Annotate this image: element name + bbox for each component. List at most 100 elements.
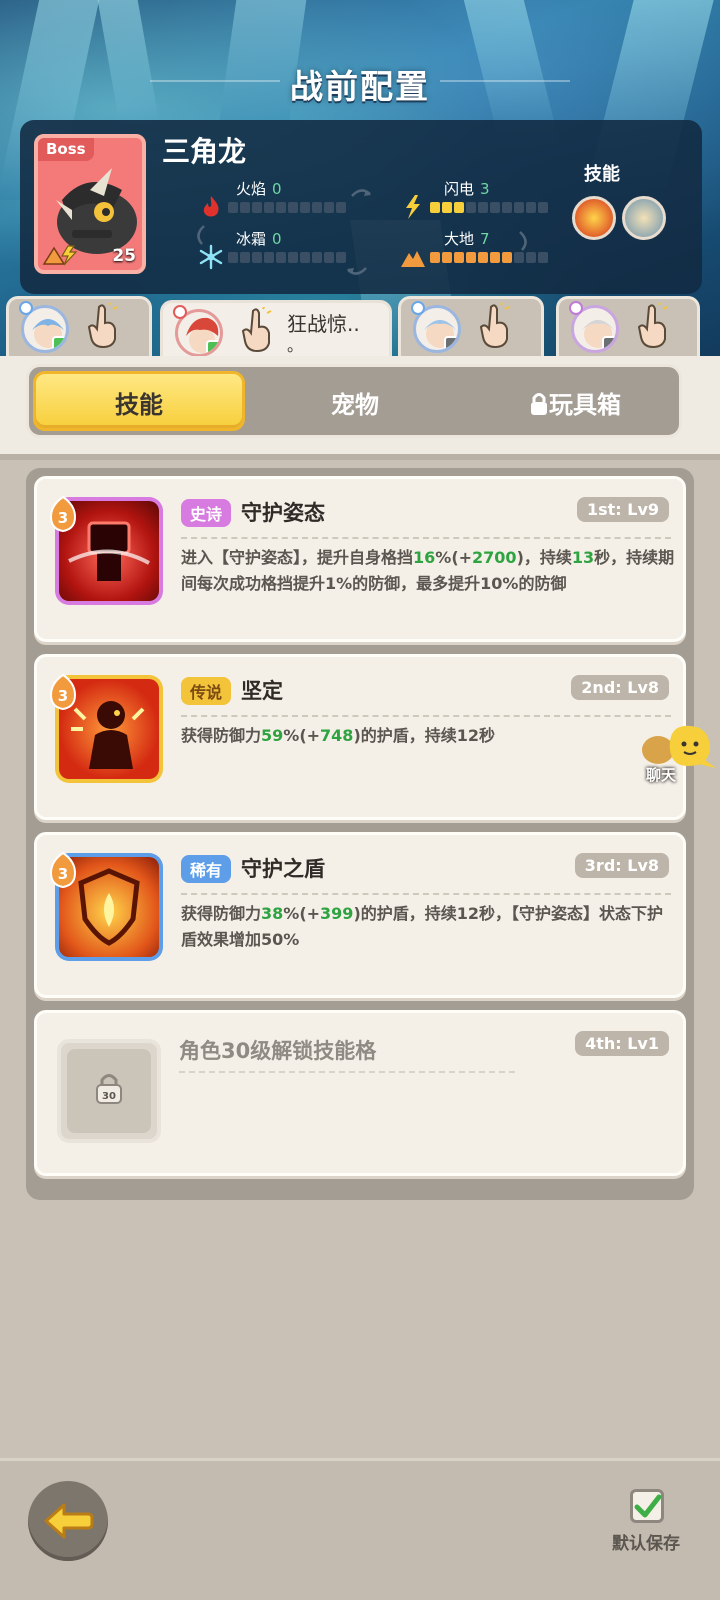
divider: [181, 715, 671, 717]
stat-bar-segment: [526, 252, 536, 263]
boss-portrait-card[interactable]: Boss 25: [34, 134, 146, 274]
chat-label: 聊天: [646, 766, 677, 784]
fire-skill-icon[interactable]: [572, 196, 616, 240]
stat-bar-segment: [228, 202, 238, 213]
stat-bar-segment: [454, 252, 464, 263]
stat-thunder: 闪电 3: [392, 178, 548, 219]
rarity-badge: 稀有: [181, 855, 232, 883]
stat-bar-segment: [264, 202, 274, 213]
stat-bar-segment: [442, 202, 452, 213]
stat-bar-segment: [276, 202, 286, 213]
stat-bar-segment: [300, 252, 310, 263]
stat-bar-segment: [442, 252, 452, 263]
stat-thunder-value: 3: [480, 180, 490, 198]
lightning-icon: [406, 195, 420, 219]
thunder-bar: [430, 202, 548, 213]
save-checkbox[interactable]: [630, 1489, 664, 1523]
stat-ice-label: 冰霜: [236, 230, 267, 248]
divider: [181, 537, 671, 539]
stat-earth-label: 大地: [444, 230, 475, 248]
earth-bar: [430, 252, 548, 263]
boss-name: 三角龙: [162, 135, 247, 168]
stat-bar-segment: [430, 202, 440, 213]
status-badge: [206, 340, 220, 354]
level-pin-icon: 3: [49, 851, 77, 889]
boss-level: 25: [112, 246, 136, 266]
stat-bar-segment: [336, 252, 346, 263]
divider: [0, 454, 720, 460]
locked-slot-box: 30: [57, 1039, 161, 1143]
stat-bar-segment: [300, 202, 310, 213]
character-tab-3[interactable]: [398, 296, 544, 358]
stat-fire: 火焰 0: [190, 178, 346, 218]
element-dot-icon: [19, 301, 33, 315]
locked-slot-title: 角色30级解锁技能格: [179, 1039, 377, 1063]
fire-icon: [203, 196, 219, 217]
stat-bar-segment: [478, 252, 488, 263]
back-arrow-icon: [44, 1503, 94, 1539]
level-pin-icon: 3: [49, 673, 77, 711]
level-pin-text: 3: [58, 687, 68, 705]
slot-badge: 3rd: Lv8: [574, 853, 669, 878]
slot-badge: 1st: Lv9: [576, 497, 669, 522]
character-tab-4[interactable]: [556, 296, 700, 358]
back-button[interactable]: [28, 1481, 108, 1561]
stat-bar-segment: [336, 202, 346, 213]
stat-bar-segment: [502, 202, 512, 213]
tap-hand-icon: [241, 307, 272, 353]
swap-arrow-icon: [347, 267, 367, 275]
skill-card-3[interactable]: 3 稀有 守护之盾 3rd: Lv8 获得防御力38%(+399)的护盾，持续1…: [34, 832, 686, 998]
level-pin-text: 3: [58, 865, 68, 883]
element-dot-icon: [411, 301, 425, 315]
tap-hand-icon: [637, 303, 668, 349]
stat-bar-segment: [324, 202, 334, 213]
stat-bar-segment: [478, 202, 488, 213]
skill-list: 3 史诗 守护姿态 1st: Lv9 进入【守护姿态】，提升自身格挡16%(+2…: [26, 468, 694, 1200]
checkmark-icon: [634, 1494, 662, 1518]
skill-description: 获得防御力38%(+399)的护盾，持续12秒，【守护姿态】状态下护盾效果增加5…: [181, 904, 664, 949]
skill-card-1[interactable]: 3 史诗 守护姿态 1st: Lv9 进入【守护姿态】，提升自身格挡16%(+2…: [34, 476, 686, 642]
stat-bar-segment: [324, 252, 334, 263]
tab-toybox[interactable]: 玩具箱: [469, 385, 681, 420]
lock-icon: 30: [96, 1074, 122, 1104]
character-tab-2-active[interactable]: 狂战惊.. 。: [160, 300, 392, 362]
stat-fire-value: 0: [272, 180, 282, 198]
stat-bar-segment: [466, 202, 476, 213]
default-save-toggle[interactable]: 默认保存: [608, 1489, 698, 1559]
stat-bar-segment: [276, 252, 286, 263]
locked-skill-slot: 30 角色30级解锁技能格 4th: Lv1: [34, 1010, 686, 1176]
stat-bar-segment: [228, 252, 238, 263]
skill-description: 获得防御力59%(+748)的护盾，持续12秒: [181, 726, 496, 745]
stat-bar-segment: [538, 252, 548, 263]
element-dot-icon: [173, 305, 187, 319]
stat-bar-segment: [288, 252, 298, 263]
stat-bar-segment: [264, 252, 274, 263]
subtab-bar: 技能 宠物 玩具箱: [26, 364, 682, 438]
save-label: 默认保存: [612, 1534, 680, 1554]
divider: [179, 1071, 515, 1073]
stat-bar-segment: [252, 252, 262, 263]
level-pin-icon: 3: [49, 495, 77, 533]
lock-level-text: 30: [102, 1091, 116, 1102]
wing-skill-icon[interactable]: [622, 196, 666, 240]
stat-bar-segment: [252, 202, 262, 213]
skill-card-2[interactable]: 3 传说 坚定 2nd: Lv8 获得防御力59%(+748)的护盾，持续12秒: [34, 654, 686, 820]
earth-thunder-elements-icon: [42, 245, 78, 266]
snowflake-icon: [199, 244, 223, 270]
skill-title: 守护之盾: [241, 857, 325, 881]
character-tab-1[interactable]: [6, 296, 152, 358]
chat-button[interactable]: 聊天: [636, 722, 720, 788]
slot-badge: 2nd: Lv8: [571, 675, 669, 700]
stat-ice: 冰霜 0: [190, 228, 346, 270]
swap-arrow-icon: [519, 231, 527, 251]
stat-bar-segment: [490, 202, 500, 213]
character-name: 狂战惊.. 。: [287, 312, 360, 355]
tab-pets[interactable]: 宠物: [249, 385, 461, 420]
page-title: 战前配置: [290, 67, 430, 106]
status-badge: [602, 336, 616, 350]
divider: [181, 893, 671, 895]
rarity-badge: 传说: [181, 677, 232, 705]
stat-bar-segment: [430, 252, 440, 263]
swap-arrow-icon: [351, 189, 371, 197]
fire-bar: [228, 202, 346, 213]
